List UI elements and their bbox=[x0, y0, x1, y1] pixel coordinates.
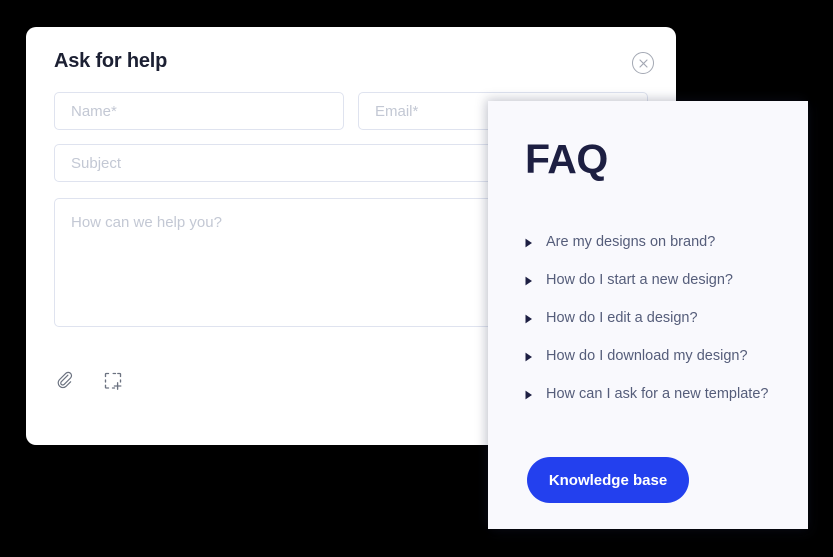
faq-item-label: Are my designs on brand? bbox=[546, 234, 716, 250]
screenshot-add-icon bbox=[103, 371, 123, 396]
chevron-right-icon bbox=[525, 390, 533, 400]
paperclip-icon bbox=[56, 371, 76, 396]
faq-item-label: How do I edit a design? bbox=[546, 309, 698, 326]
faq-panel: FAQ Are my designs on brand? How do I st… bbox=[488, 101, 808, 529]
chevron-right-icon bbox=[525, 238, 533, 248]
close-button[interactable] bbox=[632, 52, 654, 74]
list-item[interactable]: Are my designs on brand? bbox=[525, 234, 780, 251]
faq-item-label: How do I download my design? bbox=[546, 347, 748, 364]
list-item[interactable]: How do I start a new design? bbox=[525, 272, 780, 289]
faq-item-label: How do I start a new design? bbox=[546, 271, 733, 288]
list-item[interactable]: How do I download my design? bbox=[525, 348, 780, 365]
chevron-right-icon bbox=[525, 352, 533, 362]
knowledge-base-button[interactable]: Knowledge base bbox=[527, 457, 689, 503]
close-icon bbox=[638, 58, 648, 68]
attach-file-button[interactable] bbox=[54, 371, 78, 395]
list-item[interactable]: How do I edit a design? bbox=[525, 310, 780, 327]
faq-list: Are my designs on brand? How do I start … bbox=[525, 234, 780, 423]
add-screenshot-button[interactable] bbox=[101, 371, 125, 395]
list-item[interactable]: How can I ask for a new template? bbox=[525, 386, 780, 403]
name-input[interactable] bbox=[54, 92, 344, 130]
chevron-right-icon bbox=[525, 314, 533, 324]
faq-title: FAQ bbox=[525, 136, 608, 182]
page-title: Ask for help bbox=[54, 50, 168, 72]
faq-item-label: How can I ask for a new template? bbox=[546, 385, 769, 402]
attachment-toolbar bbox=[54, 371, 125, 395]
chevron-right-icon bbox=[525, 276, 533, 286]
